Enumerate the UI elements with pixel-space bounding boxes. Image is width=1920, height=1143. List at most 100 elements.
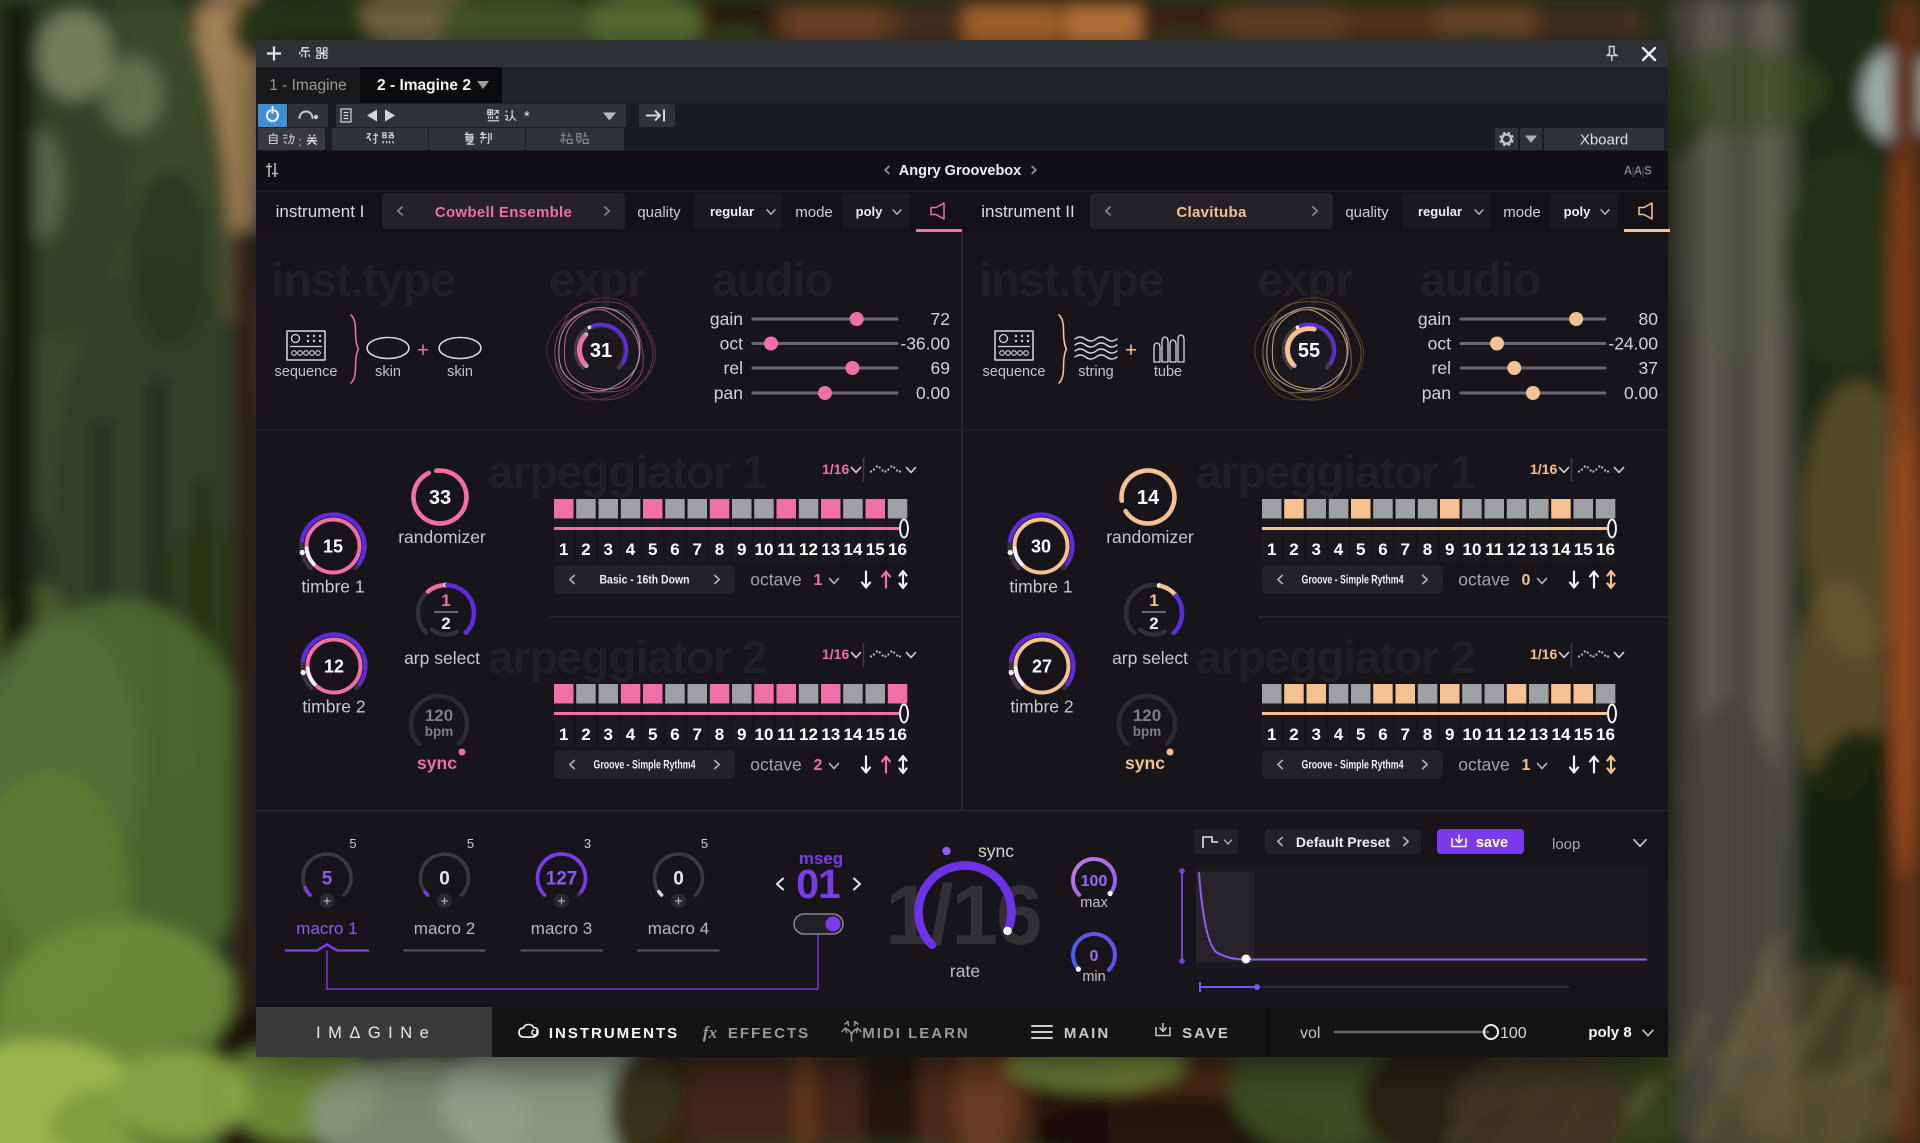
svg-text:15: 15 xyxy=(866,725,885,744)
svg-text:15: 15 xyxy=(1574,725,1593,744)
svg-text::: : xyxy=(298,134,302,149)
svg-text:mode: mode xyxy=(1503,204,1541,221)
svg-text:11: 11 xyxy=(1485,540,1503,559)
svg-text:oct: oct xyxy=(720,334,743,354)
svg-text:5: 5 xyxy=(701,836,708,851)
svg-text:12: 12 xyxy=(324,657,344,677)
svg-text:80: 80 xyxy=(1639,309,1659,329)
svg-text:16: 16 xyxy=(888,540,907,559)
svg-text:bpm: bpm xyxy=(425,724,454,739)
svg-text:arpeggiator 2: arpeggiator 2 xyxy=(488,631,766,683)
svg-text:15: 15 xyxy=(1574,540,1593,559)
svg-text:A: A xyxy=(1634,166,1642,178)
svg-text:arpeggiator 1: arpeggiator 1 xyxy=(488,446,767,498)
svg-text:1/16: 1/16 xyxy=(822,461,849,477)
svg-text:1/16: 1/16 xyxy=(1530,646,1557,662)
svg-text:1: 1 xyxy=(1267,725,1276,744)
svg-text:arpeggiator 2: arpeggiator 2 xyxy=(1196,631,1474,683)
svg-text:55: 55 xyxy=(1298,340,1320,362)
svg-text:10: 10 xyxy=(1463,540,1482,559)
svg-text:fx: fx xyxy=(703,1023,718,1042)
svg-text:1: 1 xyxy=(559,540,568,559)
svg-text:randomizer: randomizer xyxy=(1106,527,1194,547)
svg-text:0: 0 xyxy=(1522,572,1531,589)
svg-text:min: min xyxy=(1082,969,1105,985)
svg-text:max: max xyxy=(1080,895,1108,911)
svg-text:1/16: 1/16 xyxy=(822,646,849,662)
svg-text:0.00: 0.00 xyxy=(916,383,950,403)
svg-text:13: 13 xyxy=(821,540,840,559)
svg-text:7: 7 xyxy=(692,540,701,559)
svg-text:Angry Groovebox: Angry Groovebox xyxy=(899,163,1021,179)
svg-text:7: 7 xyxy=(1400,725,1409,744)
svg-text:Groove - Simple Rythm4: Groove - Simple Rythm4 xyxy=(594,758,696,772)
svg-text:arpeggiator 1: arpeggiator 1 xyxy=(1196,446,1475,498)
svg-text:7: 7 xyxy=(692,725,701,744)
svg-text:120: 120 xyxy=(1133,706,1161,725)
svg-text:*: * xyxy=(524,108,530,125)
svg-text:poly: poly xyxy=(1564,204,1591,219)
svg-text:expr: expr xyxy=(549,253,645,306)
svg-text:3: 3 xyxy=(603,540,612,559)
svg-text:gain: gain xyxy=(1418,309,1451,329)
svg-text:4: 4 xyxy=(1334,725,1344,744)
svg-text:Groove - Simple Rythm4: Groove - Simple Rythm4 xyxy=(1302,573,1404,587)
svg-text:10: 10 xyxy=(755,540,774,559)
svg-text:1/16: 1/16 xyxy=(885,868,1041,962)
svg-text:regular: regular xyxy=(1418,204,1462,219)
svg-text:13: 13 xyxy=(1529,540,1548,559)
svg-text:quality: quality xyxy=(637,204,681,221)
svg-text:2: 2 xyxy=(1149,614,1158,633)
svg-text:14: 14 xyxy=(844,725,863,744)
svg-text:10: 10 xyxy=(1463,725,1482,744)
svg-text:octave: octave xyxy=(750,755,802,775)
svg-text:timbre 1: timbre 1 xyxy=(1009,577,1072,597)
svg-text:audio: audio xyxy=(712,253,832,306)
svg-text:13: 13 xyxy=(821,725,840,744)
svg-text:Clavituba: Clavituba xyxy=(1176,204,1247,221)
svg-text:2: 2 xyxy=(581,540,590,559)
svg-text:+: + xyxy=(1125,339,1137,362)
svg-text:72: 72 xyxy=(931,309,950,329)
svg-text:+: + xyxy=(417,339,429,362)
svg-text:macro 1: macro 1 xyxy=(296,919,357,938)
svg-text:regular: regular xyxy=(710,204,754,219)
svg-text:rel: rel xyxy=(1432,358,1451,378)
svg-text:loop: loop xyxy=(1552,836,1580,853)
svg-text:5: 5 xyxy=(322,869,333,890)
svg-text:gain: gain xyxy=(710,309,743,329)
svg-text:37: 37 xyxy=(1639,358,1658,378)
svg-text:instrument II: instrument II xyxy=(981,202,1075,221)
svg-text:bpm: bpm xyxy=(1133,724,1162,739)
svg-text:2: 2 xyxy=(814,757,823,774)
svg-text:sync: sync xyxy=(417,753,457,773)
svg-text:pan: pan xyxy=(1422,383,1451,403)
svg-text:EFFECTS: EFFECTS xyxy=(728,1025,810,1042)
svg-text:31: 31 xyxy=(590,340,612,362)
svg-text:Xboard: Xboard xyxy=(1580,132,1628,149)
svg-text:poly 8: poly 8 xyxy=(1588,1024,1631,1041)
svg-text:12: 12 xyxy=(1507,540,1526,559)
svg-text:12: 12 xyxy=(799,540,818,559)
svg-text:15: 15 xyxy=(866,540,885,559)
svg-text:5: 5 xyxy=(349,836,356,851)
svg-text:timbre 2: timbre 2 xyxy=(1010,697,1073,717)
svg-text:Groove - Simple Rythm4: Groove - Simple Rythm4 xyxy=(1302,758,1404,772)
svg-text:S: S xyxy=(1644,166,1652,178)
svg-text:2: 2 xyxy=(581,725,590,744)
svg-text:SAVE: SAVE xyxy=(1182,1025,1230,1042)
svg-text:15: 15 xyxy=(323,537,343,557)
svg-text:expr: expr xyxy=(1257,253,1353,306)
svg-text:-24.00: -24.00 xyxy=(1608,334,1658,354)
svg-text:2: 2 xyxy=(441,614,450,633)
svg-text:27: 27 xyxy=(1032,657,1052,677)
svg-text:Cowbell Ensemble: Cowbell Ensemble xyxy=(435,204,572,221)
svg-text:12: 12 xyxy=(1507,725,1526,744)
svg-text:octave: octave xyxy=(1458,755,1510,775)
svg-text:2 - Imagine 2: 2 - Imagine 2 xyxy=(377,77,471,94)
svg-text:8: 8 xyxy=(1423,725,1432,744)
svg-text:-36.00: -36.00 xyxy=(900,334,950,354)
svg-text:macro 2: macro 2 xyxy=(414,919,475,938)
svg-text:arp select: arp select xyxy=(404,648,480,668)
svg-text:7: 7 xyxy=(1400,540,1409,559)
